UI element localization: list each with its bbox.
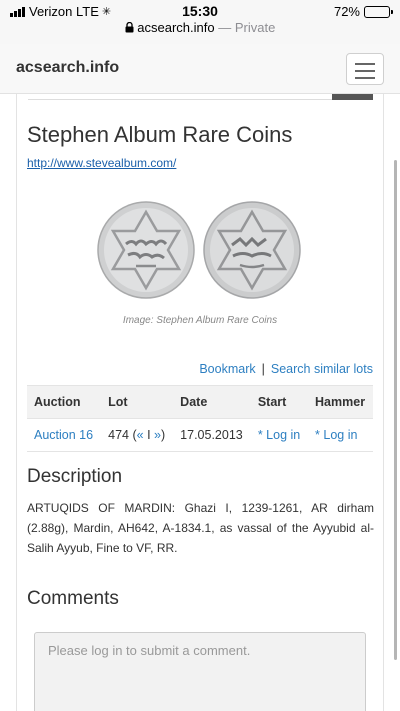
hamburger-icon bbox=[355, 63, 375, 65]
column-header-date: Date bbox=[173, 385, 251, 419]
description-heading: Description bbox=[27, 466, 123, 487]
search-similar-lots-link[interactable]: Search similar lots bbox=[271, 362, 373, 376]
url-bar[interactable]: acsearch.info — Private bbox=[0, 20, 400, 35]
status-bar: Verizon LTE ✳ 15:30 72% acsearch.info — … bbox=[0, 0, 400, 44]
auction-link[interactable]: Auction 16 bbox=[34, 428, 93, 442]
bookmark-link[interactable]: Bookmark bbox=[199, 362, 255, 376]
column-header-lot: Lot bbox=[101, 385, 174, 419]
column-header-hammer: Hammer bbox=[308, 385, 373, 419]
divider bbox=[28, 94, 373, 100]
lot-actions: Bookmark | Search similar lots bbox=[199, 362, 373, 376]
url-host: acsearch.info bbox=[137, 20, 215, 35]
site-header: acsearch.info bbox=[0, 44, 400, 94]
column-header-auction: Auction bbox=[27, 385, 102, 419]
lot-table: Auction Lot Date Start Hammer Auction 16… bbox=[27, 385, 373, 452]
status-right: 72% bbox=[333, 4, 393, 19]
lot-number: 474 bbox=[108, 428, 129, 442]
table-row: Auction 16 474 (« I ») 17.05.2013 * Log … bbox=[27, 418, 373, 452]
comment-input[interactable]: Please log in to submit a comment. bbox=[34, 632, 366, 711]
scrollbar[interactable] bbox=[394, 160, 397, 660]
coin-reverse-image[interactable] bbox=[202, 200, 302, 300]
lot-date: 17.05.2013 bbox=[173, 418, 251, 452]
site-brand[interactable]: acsearch.info bbox=[16, 59, 119, 77]
action-separator: | bbox=[261, 362, 265, 376]
hammer-login-link[interactable]: * Log in bbox=[315, 428, 357, 442]
menu-toggle-button[interactable] bbox=[346, 53, 384, 85]
next-lot-link[interactable]: » bbox=[154, 428, 161, 442]
previous-lot-link[interactable]: « bbox=[137, 428, 144, 442]
seller-website-link[interactable]: http://www.stevealbum.com/ bbox=[27, 156, 176, 170]
image-caption: Image: Stephen Album Rare Coins bbox=[122, 315, 278, 326]
battery-icon bbox=[364, 5, 393, 18]
lock-icon bbox=[125, 20, 138, 35]
lot-nav-separator: I bbox=[147, 428, 151, 442]
start-login-link[interactable]: * Log in bbox=[258, 428, 300, 442]
coin-obverse-image[interactable] bbox=[96, 200, 196, 300]
table-header-row: Auction Lot Date Start Hammer bbox=[27, 385, 373, 419]
tab-edge bbox=[332, 94, 373, 100]
seller-title: Stephen Album Rare Coins bbox=[27, 122, 293, 147]
column-header-start: Start bbox=[250, 385, 309, 419]
battery-percent: 72% bbox=[333, 4, 360, 19]
comments-heading: Comments bbox=[27, 588, 119, 609]
private-mode-label: Private bbox=[234, 20, 276, 35]
description-text: ARTUQIDS OF MARDIN: Ghazi I, 1239-1261, … bbox=[27, 501, 374, 555]
